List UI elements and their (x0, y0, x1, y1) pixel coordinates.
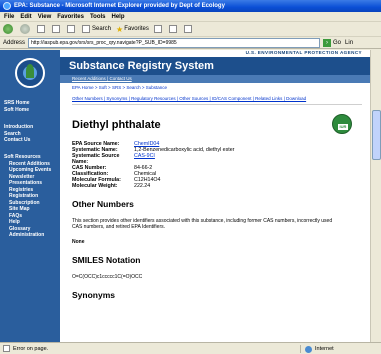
refresh-button[interactable] (52, 25, 62, 33)
other-numbers-value: None (72, 239, 85, 245)
menu-favorites[interactable]: Favorites (57, 14, 84, 20)
browser-window: EPA: Substance - Microsoft Internet Expl… (0, 0, 381, 354)
breadcrumb[interactable]: EPA Home > Soft > SRS > Search > Substan… (72, 85, 167, 90)
title-bar: EPA: Substance - Microsoft Internet Expl… (0, 0, 381, 12)
detail-row: Molecular Weight: 222.24 (72, 183, 362, 189)
go-arrow-icon: › (323, 38, 332, 47)
detail-row: Systematic Source Name: CAS-9CI (72, 153, 362, 165)
search-label: Search (92, 26, 112, 32)
detail-value: 222.24 (134, 183, 151, 189)
refresh-icon (52, 25, 60, 33)
address-bar: Address http://iaspub.epa.gov/srs/srs_pr… (0, 37, 381, 49)
sub-banner: Recent Additions | Contact Us (60, 75, 370, 83)
stop-button[interactable] (37, 25, 47, 33)
home-button[interactable] (67, 25, 77, 33)
detail-key: Molecular Weight: (72, 183, 118, 189)
back-button[interactable] (3, 24, 15, 34)
address-label: Address (3, 39, 26, 46)
nav-group-resources: Soft Resources Recent Additions Upcoming… (4, 154, 58, 239)
favorites-button[interactable]: ★ Favorites (116, 25, 149, 34)
section-links[interactable]: Other Numbers | Synonyms | Regulatory Re… (72, 96, 362, 105)
vertical-scrollbar[interactable] (370, 50, 381, 342)
nav-group-home: SRS Home Soft Home (4, 100, 58, 113)
smiles-heading: SMILES Notation (72, 255, 141, 265)
go-button[interactable]: › Go (323, 38, 342, 47)
history-button[interactable] (153, 25, 164, 33)
favorites-star-icon: ★ (116, 24, 124, 34)
error-warning-icon[interactable] (3, 345, 10, 352)
address-input[interactable]: http://iaspub.epa.gov/srs/srs_proc_qry.n… (28, 37, 321, 48)
sub-banner-links[interactable]: Recent Additions | Contact Us (72, 76, 132, 81)
internet-globe-icon (305, 345, 312, 353)
scrollbar-thumb[interactable] (372, 110, 381, 160)
substance-details: EPA Source Name: ChemID04 Systematic Nam… (72, 141, 362, 189)
other-numbers-heading: Other Numbers (72, 199, 134, 209)
forward-arrow-icon (20, 24, 30, 34)
toolbar: Search ★ Favorites (0, 22, 381, 37)
smiles-value: O=C(OCC)c1ccccc1C(=O)OCC (72, 274, 143, 280)
epa-logo[interactable] (15, 58, 45, 88)
status-text: Error on page. (13, 345, 49, 352)
status-bar: Error on page. Internet (0, 342, 381, 354)
menu-help[interactable]: Help (112, 14, 125, 20)
mail-button[interactable] (168, 25, 179, 33)
site-title: Substance Registry System (69, 60, 214, 72)
main-content: Other Numbers | Synonyms | Regulatory Re… (72, 96, 362, 300)
menu-bar: File Edit View Favorites Tools Help (0, 12, 381, 22)
iur-badge-icon[interactable]: IUR (332, 114, 352, 134)
security-zone: Internet (300, 345, 334, 353)
left-navigation: SRS Home Soft Home Introduction Search C… (0, 50, 60, 342)
page-viewport: SRS Home Soft Home Introduction Search C… (0, 50, 370, 342)
favorites-label: Favorites (124, 26, 149, 32)
print-icon (183, 25, 192, 33)
menu-file[interactable]: File (4, 14, 14, 20)
ie-icon (3, 2, 11, 10)
menu-edit[interactable]: Edit (20, 14, 31, 20)
synonyms-heading: Synonyms (72, 290, 115, 300)
menu-tools[interactable]: Tools (90, 14, 106, 20)
detail-value-link[interactable]: CAS-9CI (134, 153, 362, 165)
nav-upcoming-events[interactable]: Upcoming Events (4, 167, 58, 174)
nav-contact-us[interactable]: Contact Us (4, 137, 58, 144)
zone-label: Internet (315, 346, 334, 352)
epa-flower-icon (26, 64, 34, 78)
menu-view[interactable]: View (38, 14, 52, 20)
other-numbers-description: This section provides other identifiers … (72, 218, 333, 230)
nav-administration[interactable]: Administration (4, 232, 58, 239)
detail-key: Systematic Source Name: (72, 153, 120, 165)
links-button[interactable]: Lin (345, 40, 353, 46)
nav-soft-home[interactable]: Soft Home (4, 107, 58, 114)
search-icon (82, 25, 90, 33)
search-button[interactable]: Search (82, 25, 111, 33)
home-icon (67, 25, 75, 33)
mail-icon (168, 25, 177, 33)
agency-name: U.S. ENVIRONMENTAL PROTECTION AGENCY (245, 50, 362, 55)
forward-button[interactable] (20, 24, 32, 34)
nav-group-main: Introduction Search Contact Us (4, 124, 58, 144)
header-banner: Substance Registry System (60, 57, 370, 75)
substance-title: Diethyl phthalate (72, 119, 161, 131)
stop-icon (37, 25, 45, 33)
print-button[interactable] (183, 25, 194, 33)
back-arrow-icon (3, 24, 13, 34)
history-icon (153, 25, 162, 33)
agency-bar: U.S. ENVIRONMENTAL PROTECTION AGENCY (60, 50, 370, 57)
iur-badge-label: IUR (338, 124, 348, 130)
go-label: Go (333, 39, 342, 46)
window-title: EPA: Substance - Microsoft Internet Expl… (14, 3, 225, 9)
